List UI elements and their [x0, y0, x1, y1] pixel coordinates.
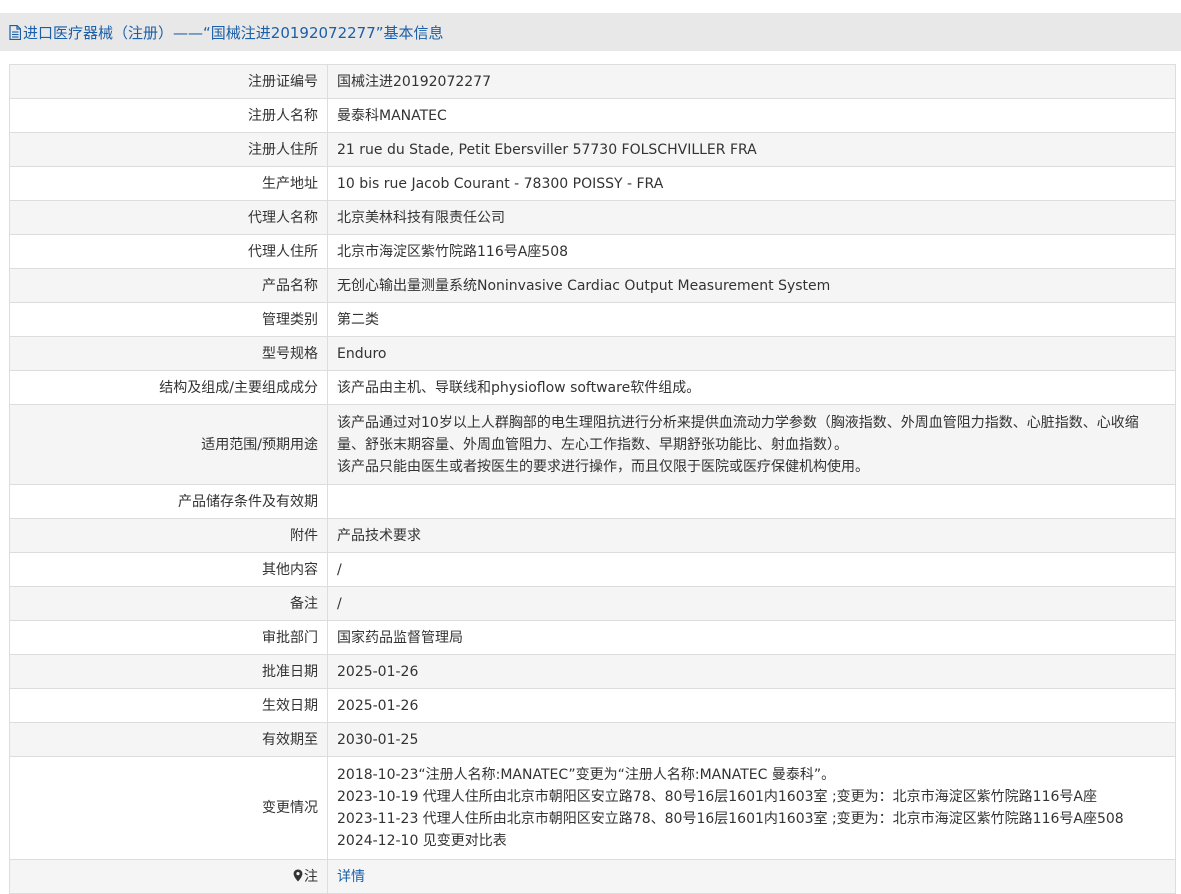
- row-value: 第二类: [327, 302, 1176, 337]
- row-value: 国械注进20192072277: [327, 64, 1176, 99]
- row-label: 管理类别: [9, 302, 328, 337]
- row-value: 国家药品监督管理局: [327, 620, 1176, 655]
- row-value: Enduro: [327, 336, 1176, 371]
- row-value: 详情: [327, 859, 1176, 894]
- value-line: 该产品通过对10岁以上人群胸部的电生理阻抗进行分析来提供血流动力学参数（胸液指数…: [337, 414, 1139, 431]
- value-line: 该产品只能由医生或者按医生的要求进行操作，而且仅限于医院或医疗保健机构使用。: [337, 458, 869, 475]
- table-row: 注 详情: [9, 859, 1176, 894]
- row-label: 附件: [9, 518, 328, 553]
- row-value: [327, 484, 1176, 519]
- row-label: 其他内容: [9, 552, 328, 587]
- row-value: 21 rue du Stade, Petit Ebersviller 57730…: [327, 132, 1176, 167]
- value-line: 2023-10-19 代理人住所由北京市朝阳区安立路78、80号16层1601内…: [337, 789, 1097, 805]
- page-title-text: 进口医疗器械（注册）——“国械注进20192072277”基本信息: [23, 23, 444, 42]
- table-row: 备注 /: [9, 586, 1176, 621]
- row-label: 代理人名称: [9, 200, 328, 235]
- table-row: 结构及组成/主要组成成分 该产品由主机、导联线和physioflow softw…: [9, 370, 1176, 405]
- row-label: 型号规格: [9, 336, 328, 371]
- row-value: 该产品由主机、导联线和physioflow software软件组成。: [327, 370, 1176, 405]
- table-row: 适用范围/预期用途 该产品通过对10岁以上人群胸部的电生理阻抗进行分析来提供血流…: [9, 404, 1176, 485]
- table-row: 变更情况 2018-10-23“注册人名称:MANATEC”变更为“注册人名称:…: [9, 756, 1176, 860]
- table-row: 批准日期 2025-01-26: [9, 654, 1176, 689]
- table-row: 注册证编号 国械注进20192072277: [9, 64, 1176, 99]
- table-row: 产品储存条件及有效期: [9, 484, 1176, 519]
- row-value: 2025-01-26: [327, 654, 1176, 689]
- row-label: 注册证编号: [9, 64, 328, 99]
- table-row: 产品名称 无创心输出量测量系统Noninvasive Cardiac Outpu…: [9, 268, 1176, 303]
- row-label: 批准日期: [9, 654, 328, 689]
- row-value: /: [327, 552, 1176, 587]
- table-row: 其他内容 /: [9, 552, 1176, 587]
- value-line: 量、舒张末期容量、外周血管阻力、左心工作指数、早期舒张功能比、射血指数）。: [337, 436, 848, 453]
- document-icon: [9, 24, 21, 40]
- row-value: 该产品通过对10岁以上人群胸部的电生理阻抗进行分析来提供血流动力学参数（胸液指数…: [327, 404, 1176, 485]
- device-info-table: 注册证编号 国械注进20192072277 注册人名称 曼泰科MANATEC 注…: [9, 64, 1176, 894]
- row-value: 2030-01-25: [327, 722, 1176, 757]
- details-link[interactable]: 详情: [337, 869, 365, 885]
- row-value: 北京美林科技有限责任公司: [327, 200, 1176, 235]
- table-row: 管理类别 第二类: [9, 302, 1176, 337]
- table-row: 生产地址 10 bis rue Jacob Courant - 78300 PO…: [9, 166, 1176, 201]
- table-row: 有效期至 2030-01-25: [9, 722, 1176, 757]
- row-label: 结构及组成/主要组成成分: [9, 370, 328, 405]
- table-row: 注册人住所 21 rue du Stade, Petit Ebersviller…: [9, 132, 1176, 167]
- page-header: 进口医疗器械（注册）——“国械注进20192072277”基本信息: [0, 13, 1181, 51]
- row-value: 10 bis rue Jacob Courant - 78300 POISSY …: [327, 166, 1176, 201]
- row-value: 产品技术要求: [327, 518, 1176, 553]
- row-label: 生产地址: [9, 166, 328, 201]
- value-line: 2024-12-10 见变更对比表: [337, 833, 507, 849]
- row-label: 备注: [9, 586, 328, 621]
- row-label: 有效期至: [9, 722, 328, 757]
- table-row: 代理人名称 北京美林科技有限责任公司: [9, 200, 1176, 235]
- table-row: 附件 产品技术要求: [9, 518, 1176, 553]
- value-line: 2023-11-23 代理人住所由北京市朝阳区安立路78、80号16层1601内…: [337, 811, 1124, 827]
- row-value: 2025-01-26: [327, 688, 1176, 723]
- row-value: 曼泰科MANATEC: [327, 98, 1176, 133]
- row-label: 变更情况: [9, 756, 328, 860]
- table-row: 代理人住所 北京市海淀区紫竹院路116号A座508: [9, 234, 1176, 269]
- table-row: 注册人名称 曼泰科MANATEC: [9, 98, 1176, 133]
- row-value: 北京市海淀区紫竹院路116号A座508: [327, 234, 1176, 269]
- row-label: 注册人名称: [9, 98, 328, 133]
- table-row: 审批部门 国家药品监督管理局: [9, 620, 1176, 655]
- table-row: 生效日期 2025-01-26: [9, 688, 1176, 723]
- table-row: 型号规格 Enduro: [9, 336, 1176, 371]
- row-value: 2018-10-23“注册人名称:MANATEC”变更为“注册人名称:MANAT…: [327, 756, 1176, 860]
- row-label: 审批部门: [9, 620, 328, 655]
- row-label: 注册人住所: [9, 132, 328, 167]
- row-label: 产品名称: [9, 268, 328, 303]
- value-line: 2018-10-23“注册人名称:MANATEC”变更为“注册人名称:MANAT…: [337, 767, 836, 783]
- row-label: 注: [304, 868, 318, 885]
- row-label: 适用范围/预期用途: [9, 404, 328, 485]
- row-value: 无创心输出量测量系统Noninvasive Cardiac Output Mea…: [327, 268, 1176, 303]
- row-label: 代理人住所: [9, 234, 328, 269]
- row-label-with-icon: 注: [9, 859, 328, 894]
- row-label: 生效日期: [9, 688, 328, 723]
- location-pin-icon: [293, 869, 303, 881]
- page-title: 进口医疗器械（注册）——“国械注进20192072277”基本信息: [9, 22, 444, 43]
- row-label: 产品储存条件及有效期: [9, 484, 328, 519]
- row-value: /: [327, 586, 1176, 621]
